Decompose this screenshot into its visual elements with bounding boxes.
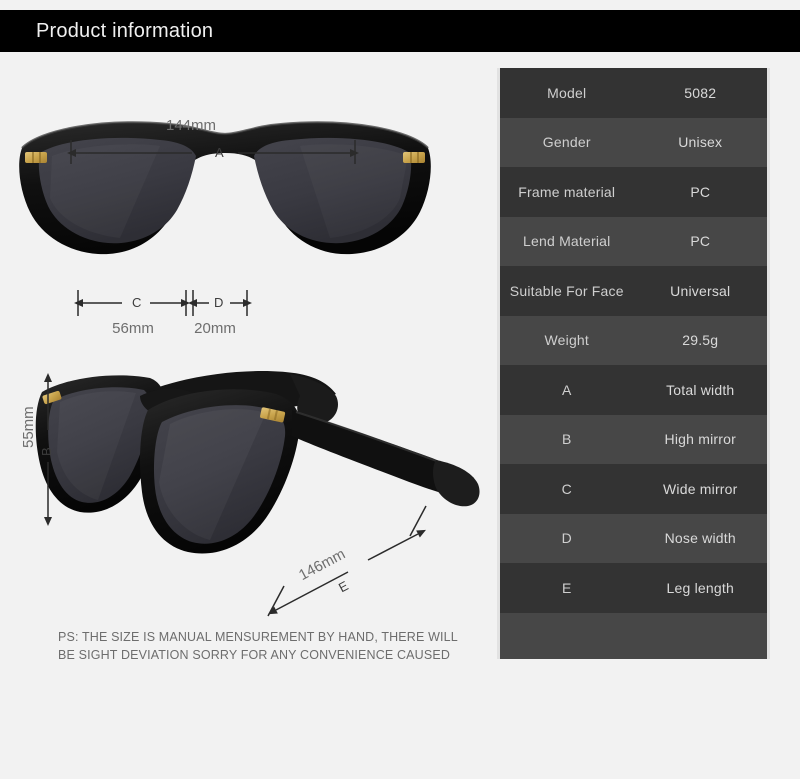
spec-label: Model: [547, 84, 587, 101]
table-row: Lend Material PC: [500, 216, 767, 266]
hinge-accent-left: [25, 152, 47, 163]
disclaimer-line-2: BE SIGHT DEVIATION SORRY FOR ANY CONVENI…: [58, 648, 450, 662]
table-row-blank: [500, 612, 767, 659]
spec-label: B: [561, 431, 572, 448]
dimension-letter-a: A: [215, 145, 224, 160]
page-title: Product information: [36, 19, 214, 42]
disclaimer-line-1: PS: THE SIZE IS MANUAL MENSUREMENT BY HA…: [58, 630, 458, 644]
spec-label: E: [561, 579, 572, 596]
dimension-letter-c: C: [132, 295, 142, 310]
spec-label: A: [561, 381, 572, 398]
measurement-disclaimer: PS: THE SIZE IS MANUAL MENSUREMENT BY HA…: [58, 628, 468, 664]
spec-value: Nose width: [664, 530, 736, 547]
table-row: Suitable For Face Universal: [500, 266, 767, 316]
angled-view-sunglasses-illustration: [35, 371, 480, 554]
spec-value: Universal: [670, 282, 731, 299]
table-row: Weight 29.5g: [500, 315, 767, 365]
spec-value: PC: [690, 183, 711, 200]
table-row: Model 5082: [500, 68, 767, 118]
spec-value: Wide mirror: [662, 480, 738, 497]
spec-value: 29.5g: [682, 332, 719, 349]
spec-value: Unisex: [678, 134, 723, 151]
hinge-accent-right: [403, 152, 425, 163]
product-diagram-area: 144mm A 56mm C 20mm D 55mm B 146mm E: [0, 52, 480, 672]
dimension-label-20mm: 20mm: [194, 320, 236, 337]
table-row: Gender Unisex: [500, 117, 767, 167]
table-row: A Total width: [500, 365, 767, 415]
table-row: Frame material PC: [500, 167, 767, 217]
spec-label: Suitable For Face: [509, 282, 624, 299]
spec-label: Frame material: [518, 183, 616, 200]
spec-value: High mirror: [664, 431, 736, 448]
dimension-label-56mm: 56mm: [112, 320, 154, 337]
specification-table: Model 5082 Gender Unisex Frame material …: [497, 68, 770, 659]
front-view-sunglasses-illustration: [19, 121, 431, 255]
table-row: C Wide mirror: [500, 464, 767, 514]
table-row: E Leg length: [500, 563, 767, 613]
page-header-bar: Product information: [0, 10, 800, 52]
spec-value: 5082: [684, 84, 717, 101]
table-row: B High mirror: [500, 414, 767, 464]
spec-value: Leg length: [666, 579, 734, 596]
dimension-letter-b: B: [39, 447, 54, 456]
spec-value: Total width: [666, 381, 735, 398]
dimension-label-144mm: 144mm: [165, 117, 217, 134]
spec-label: C: [561, 480, 572, 497]
spec-value: PC: [690, 233, 711, 250]
spec-label: Weight: [544, 332, 590, 349]
table-row: D Nose width: [500, 513, 767, 563]
spec-label: Gender: [542, 134, 591, 151]
dimension-label-55mm: 55mm: [20, 406, 37, 448]
diagram-illustrations: [19, 121, 480, 617]
spec-label: D: [561, 530, 572, 547]
spec-label: Lend Material: [523, 233, 611, 250]
dimension-letter-d: D: [214, 295, 224, 310]
